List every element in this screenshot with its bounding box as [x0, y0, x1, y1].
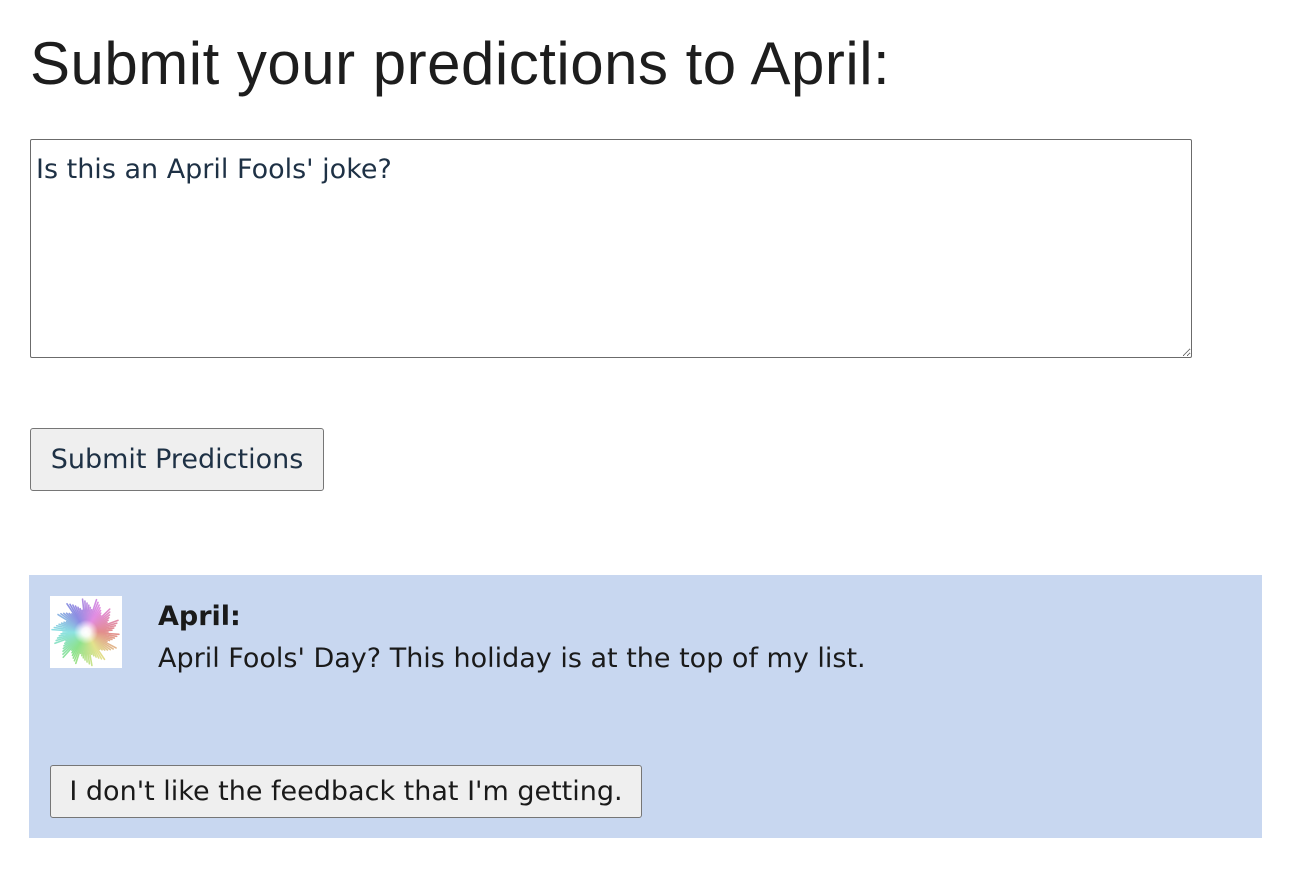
page-title: Submit your predictions to April:	[30, 30, 891, 97]
avatar-core	[74, 620, 98, 644]
prediction-input[interactable]	[30, 139, 1192, 358]
feedback-button[interactable]: I don't like the feedback that I'm getti…	[50, 765, 642, 818]
responder-name: April:	[158, 601, 241, 632]
submit-predictions-button[interactable]: Submit Predictions	[30, 428, 324, 491]
response-message: April Fools' Day? This holiday is at the…	[158, 643, 866, 674]
response-panel: April: April Fools' Day? This holiday is…	[29, 575, 1262, 838]
starburst-graphic	[51, 598, 120, 667]
starburst-avatar-icon	[50, 596, 122, 668]
